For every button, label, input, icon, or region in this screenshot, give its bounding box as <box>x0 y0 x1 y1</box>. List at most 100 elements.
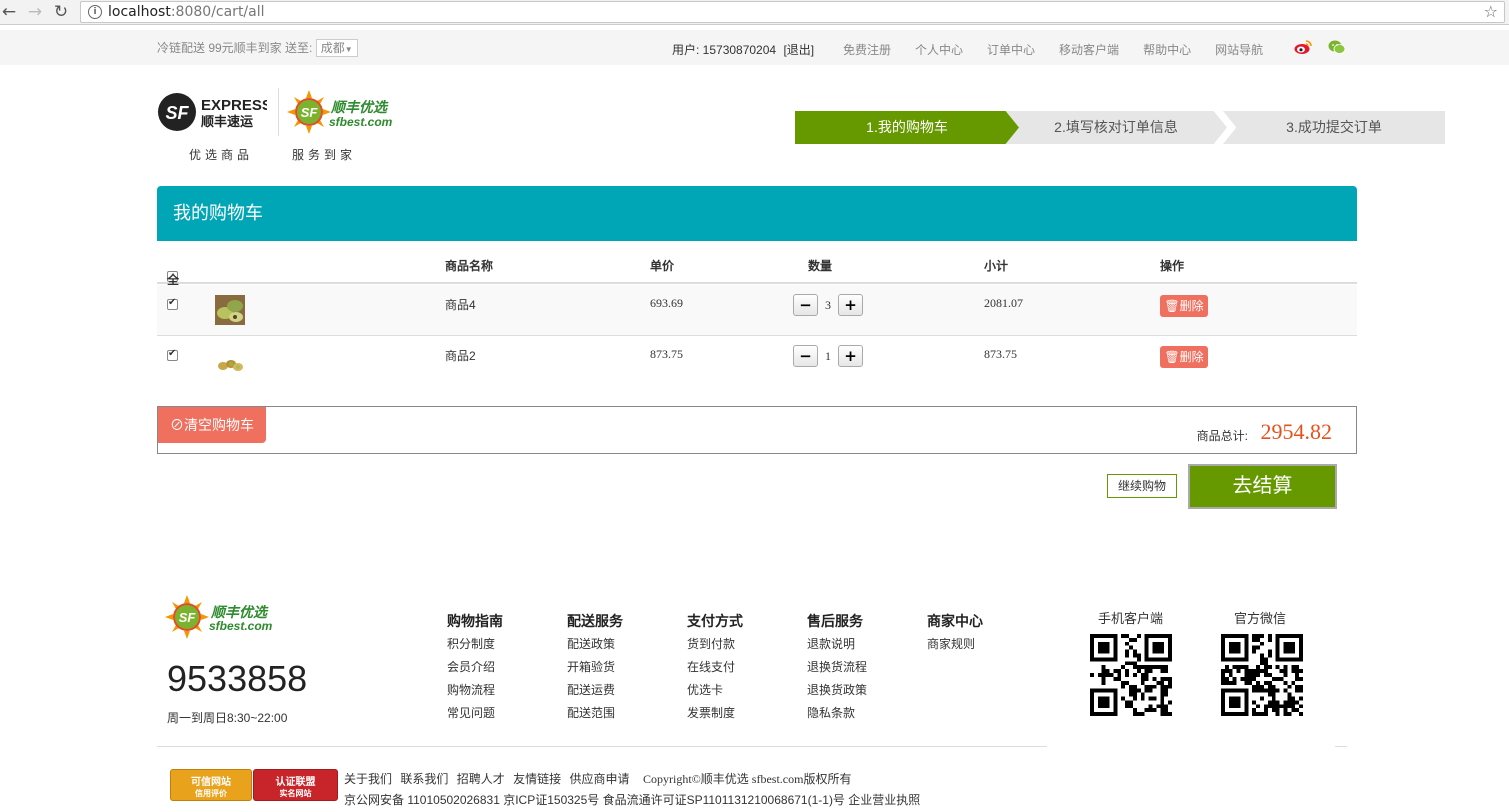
qr-code-wechat[interactable] <box>1221 634 1303 716</box>
badge1-top: 可信网站 <box>191 777 231 788</box>
forward-icon[interactable]: → <box>26 2 44 22</box>
ban-icon: ⊘ <box>170 417 184 433</box>
product-subtotal: 873.75 <box>984 347 1017 361</box>
info-icon[interactable]: i <box>88 5 102 19</box>
footer-logo[interactable]: SF 顺丰优选 sfbest.com <box>165 589 277 645</box>
city-select[interactable]: 成都▼ <box>315 39 358 57</box>
footer-link[interactable]: 优选卡 <box>687 681 743 704</box>
product-subtotal: 2081.07 <box>984 296 1023 310</box>
footer-link[interactable]: 常见问题 <box>447 704 503 727</box>
product-image[interactable] <box>215 346 245 376</box>
checkout-button[interactable]: 去结算 <box>1188 464 1337 509</box>
product-price: 873.75 <box>650 347 683 361</box>
cart-title: 我的购物车 <box>157 186 1357 241</box>
logo-divider <box>278 88 279 136</box>
sf-express-logo[interactable]: SF EXPRESS 顺丰速运 <box>157 90 267 134</box>
footer-column-merchant: 商家中心 商家规则 <box>927 611 983 658</box>
delete-button[interactable]: 🗑删除 <box>1160 295 1208 317</box>
logo1-text: EXPRESS <box>201 97 267 114</box>
footer-link[interactable]: 商家规则 <box>927 635 983 658</box>
footer-link[interactable]: 在线支付 <box>687 658 743 681</box>
friend-links-link[interactable]: 友情链接 <box>513 772 561 786</box>
table-row: 商品2 873.75 − 1 + 873.75 🗑删除 <box>157 336 1357 387</box>
careers-link[interactable]: 招聘人才 <box>457 772 505 786</box>
footer-column-title: 商家中心 <box>927 613 983 629</box>
header-name: 商品名称 <box>445 259 494 273</box>
site-topbar: 冷链配送 99元顺丰到家 送至: 成都▼ 用户: 15730870204 [退出… <box>0 30 1509 65</box>
footer-link[interactable]: 退换货政策 <box>807 681 867 704</box>
personal-center-link[interactable]: 个人中心 <box>915 41 963 58</box>
about-us-link[interactable]: 关于我们 <box>344 772 392 786</box>
increase-button[interactable]: + <box>838 345 863 367</box>
footer-link[interactable]: 购物流程 <box>447 681 503 704</box>
register-link[interactable]: 免费注册 <box>843 41 891 58</box>
product-name[interactable]: 商品4 <box>445 296 476 313</box>
item-checkbox[interactable] <box>167 297 178 310</box>
reload-icon[interactable]: ↻ <box>52 2 70 22</box>
logo2-sub: sfbest.com <box>329 115 393 129</box>
badge1-bottom: 信用评价 <box>195 789 227 798</box>
footer-link[interactable]: 开箱验货 <box>567 658 623 681</box>
footer-link[interactable]: 配送运费 <box>567 681 623 704</box>
site-nav-link[interactable]: 网站导航 <box>1215 41 1263 58</box>
quantity-stepper: − 1 + <box>793 345 863 367</box>
header-qty: 数量 <box>808 259 833 273</box>
qr-code-mobile[interactable] <box>1090 634 1172 716</box>
footer-link[interactable]: 货到付款 <box>687 635 743 658</box>
logo2-text: 顺丰优选 <box>330 99 389 116</box>
footer-link[interactable]: 发票制度 <box>687 704 743 727</box>
contact-us-link[interactable]: 联系我们 <box>400 772 448 786</box>
promo-text: 冷链配送 99元顺丰到家 送至: <box>157 41 313 55</box>
continue-shopping-button[interactable]: 继续购物 <box>1107 474 1177 498</box>
logout-link[interactable]: [退出] <box>783 43 814 57</box>
header-action: 操作 <box>1160 259 1185 273</box>
qr-title-wechat: 官方微信 <box>1234 611 1287 626</box>
footer-logo-sub: sfbest.com <box>209 619 273 633</box>
delete-label: 删除 <box>1179 350 1204 364</box>
footer-column-title: 支付方式 <box>687 613 743 629</box>
address-bar[interactable]: i localhost:8080/cart/all ☆ <box>80 1 1505 23</box>
footer-link[interactable]: 积分制度 <box>447 635 503 658</box>
copyright: Copyright©顺丰优选 sfbest.com版权所有 <box>643 772 852 786</box>
supplier-apply-link[interactable]: 供应商申请 <box>569 772 629 786</box>
footer-link[interactable]: 退款说明 <box>807 635 867 658</box>
increase-button[interactable]: + <box>838 294 863 316</box>
bookmark-star-icon[interactable]: ☆ <box>1484 2 1498 21</box>
product-image[interactable] <box>215 295 245 325</box>
browser-nav: ← → ↻ <box>0 2 70 22</box>
footer-divider <box>157 746 1047 747</box>
total-label: 商品总计: <box>1196 429 1248 443</box>
delete-button[interactable]: 🗑删除 <box>1160 346 1208 368</box>
decrease-button[interactable]: − <box>793 345 818 367</box>
sfbest-logo[interactable]: SF 顺丰优选 sfbest.com <box>287 84 397 140</box>
quantity-value: 1 <box>825 348 831 363</box>
cart-table-header: 全选 商品名称 单价 数量 小计 操作 <box>157 241 1357 304</box>
checkout-steps: 3.成功提交订单 2.填写核对订单信息 1.我的购物车 <box>795 111 1445 144</box>
item-checkbox[interactable] <box>167 348 178 361</box>
city-value: 成都 <box>320 41 345 55</box>
step-fill-order-info: 2.填写核对订单信息 <box>1005 111 1227 144</box>
quantity-stepper: − 3 + <box>793 294 863 316</box>
footer-link[interactable]: 退换货流程 <box>807 658 867 681</box>
footer-column-title: 配送服务 <box>567 613 623 629</box>
order-center-link[interactable]: 订单中心 <box>987 41 1035 58</box>
footer-link[interactable]: 配送范围 <box>567 704 623 727</box>
user-info: 用户: 15730870204 [退出] <box>672 41 814 58</box>
clear-cart-button[interactable]: ⊘清空购物车 <box>158 407 266 443</box>
user-phone: 用户: 15730870204 <box>672 43 777 57</box>
back-icon[interactable]: ← <box>0 2 18 22</box>
help-center-link[interactable]: 帮助中心 <box>1143 41 1191 58</box>
footer-link[interactable]: 会员介绍 <box>447 658 503 681</box>
product-name[interactable]: 商品2 <box>445 347 476 364</box>
certified-alliance-badge[interactable]: 认证联盟 实名网站 <box>253 769 338 801</box>
trusted-site-badge[interactable]: 可信网站 信用评价 <box>170 769 252 801</box>
footer-link[interactable]: 隐私条款 <box>807 704 867 727</box>
delivery-promo: 冷链配送 99元顺丰到家 送至: 成都▼ <box>157 39 358 57</box>
wechat-icon[interactable] <box>1328 39 1346 55</box>
decrease-button[interactable]: − <box>793 294 818 316</box>
mobile-client-link[interactable]: 移动客户端 <box>1059 41 1119 58</box>
svg-text:SF: SF <box>179 610 197 625</box>
weibo-icon[interactable] <box>1294 39 1312 55</box>
clear-cart-label: 清空购物车 <box>184 417 254 433</box>
footer-link[interactable]: 配送政策 <box>567 635 623 658</box>
